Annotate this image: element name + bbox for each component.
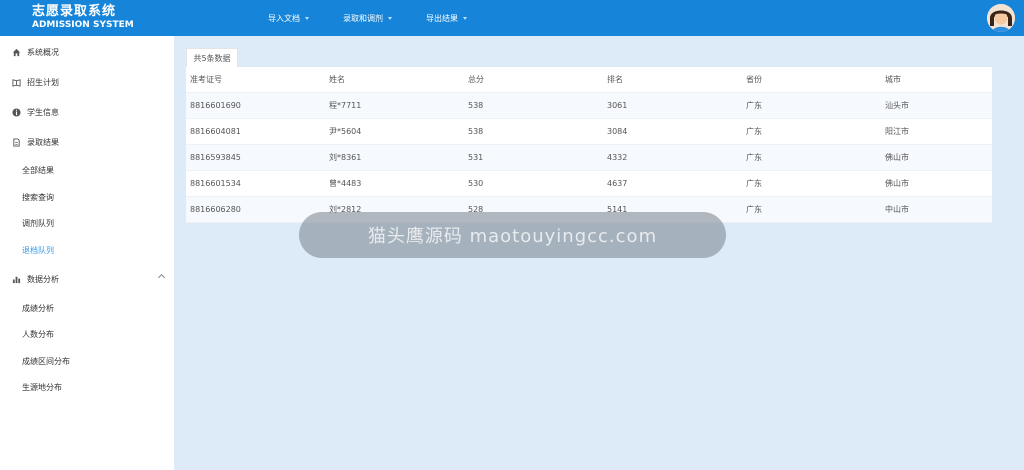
- cell-city: 佛山市: [885, 153, 909, 162]
- sidebar-item-enrollment-plan[interactable]: 招生计划: [0, 69, 174, 95]
- nav-export-results[interactable]: 导出结果: [426, 13, 467, 24]
- sidebar-item-label: 录取结果: [27, 137, 59, 147]
- sidebar-item-search-query[interactable]: 搜索查询: [0, 184, 174, 210]
- sidebar-item-label: 生源地分布: [22, 382, 62, 392]
- sidebar-item-label: 退档队列: [22, 245, 54, 255]
- chevron-down-icon: [463, 16, 467, 20]
- sidebar-item-label: 搜索查询: [22, 192, 54, 202]
- home-icon: [12, 48, 21, 56]
- sidebar-item-origin-distribution[interactable]: 生源地分布: [0, 374, 174, 400]
- cell-total-score: 538: [468, 127, 484, 136]
- column-header[interactable]: 城市: [881, 74, 992, 85]
- cell-exam-id: 8816606280: [190, 205, 241, 214]
- chevron-down-icon: [388, 16, 392, 20]
- book-icon: [12, 78, 21, 87]
- sidebar-item-label: 人数分布: [22, 329, 54, 339]
- cell-exam-id: 8816593845: [190, 153, 241, 162]
- results-table: 准考证号 姓名 总分 排名 省份 城市 8816601690 程*7711 53…: [186, 67, 992, 223]
- table-row[interactable]: 8816593845 刘*8361 531 4332 广东 佛山市: [186, 145, 992, 171]
- cell-total-score: 538: [468, 101, 484, 110]
- tab-record-count[interactable]: 共5条数据: [186, 48, 238, 68]
- sidebar-item-label: 成绩区间分布: [22, 356, 70, 366]
- watermark-overlay: 猫头鹰源码 maotouyingcc.com: [299, 212, 726, 258]
- cell-exam-id: 8816604081: [190, 127, 241, 136]
- column-header[interactable]: 省份: [742, 74, 881, 85]
- sidebar-item-all-results[interactable]: 全部结果: [0, 157, 174, 183]
- sidebar-item-headcount-distribution[interactable]: 人数分布: [0, 321, 174, 347]
- cell-city: 中山市: [885, 205, 909, 214]
- cell-province: 广东: [746, 179, 762, 188]
- brand: 志愿录取系统 ADMISSION SYSTEM: [32, 4, 134, 31]
- bar-chart-icon: [12, 276, 21, 283]
- app-title: 志愿录取系统: [32, 4, 117, 19]
- sidebar-item-student-info[interactable]: 学生信息: [0, 99, 174, 125]
- cell-name: 曾*4483: [329, 179, 362, 188]
- cell-city: 汕头市: [885, 101, 909, 110]
- sidebar-item-overview[interactable]: 系统概况: [0, 39, 174, 65]
- sidebar-item-label: 全部结果: [22, 165, 54, 175]
- table-row[interactable]: 8816601534 曾*4483 530 4637 广东 佛山市: [186, 171, 992, 197]
- cell-rank: 3084: [607, 127, 628, 136]
- cell-rank: 4332: [607, 153, 628, 162]
- sidebar-item-score-analysis[interactable]: 成绩分析: [0, 295, 174, 321]
- sidebar-item-label: 系统概况: [27, 47, 59, 57]
- nav-import-docs[interactable]: 导入文档: [268, 13, 309, 24]
- nav-label: 导出结果: [426, 13, 458, 23]
- top-nav: 导入文档 录取和调剂 导出结果: [268, 0, 501, 36]
- sidebar-item-label: 学生信息: [27, 107, 59, 117]
- cell-province: 广东: [746, 153, 762, 162]
- chevron-down-icon: [305, 16, 309, 20]
- sidebar-item-data-analysis[interactable]: 数据分析: [0, 266, 174, 292]
- cell-rank: 3061: [607, 101, 628, 110]
- table-row[interactable]: 8816604081 尹*5604 538 3084 广东 阳江市: [186, 119, 992, 145]
- avatar[interactable]: [987, 4, 1015, 32]
- column-header[interactable]: 排名: [603, 74, 742, 85]
- nav-admission-adjust[interactable]: 录取和调剂: [343, 13, 392, 24]
- cell-exam-id: 8816601534: [190, 179, 241, 188]
- column-header[interactable]: 姓名: [325, 74, 464, 85]
- sidebar-item-adjustment-queue[interactable]: 调剂队列: [0, 210, 174, 236]
- sidebar-item-withdrawal-queue[interactable]: 退档队列: [0, 237, 174, 263]
- cell-province: 广东: [746, 127, 762, 136]
- top-header: 志愿录取系统 ADMISSION SYSTEM 导入文档 录取和调剂 导出结果: [0, 0, 1024, 36]
- sidebar-item-label: 调剂队列: [22, 218, 54, 228]
- user-avatar-icon: [987, 4, 1015, 32]
- sidebar-item-label: 成绩分析: [22, 303, 54, 313]
- sidebar-item-admission-results[interactable]: 录取结果: [0, 129, 174, 155]
- nav-label: 录取和调剂: [343, 13, 383, 23]
- cell-rank: 4637: [607, 179, 628, 188]
- cell-name: 程*7711: [329, 101, 362, 110]
- cell-city: 阳江市: [885, 127, 909, 136]
- table-header-row: 准考证号 姓名 总分 排名 省份 城市: [186, 67, 992, 93]
- column-header[interactable]: 准考证号: [186, 74, 325, 85]
- cell-total-score: 531: [468, 153, 484, 162]
- cell-province: 广东: [746, 101, 762, 110]
- sidebar: 系统概况 招生计划 学生信息 录取结果 全部结果 搜索查询 调剂队列 退档队列 …: [0, 36, 174, 470]
- document-icon: [13, 137, 20, 147]
- cell-name: 刘*8361: [329, 153, 362, 162]
- table-row[interactable]: 8816601690 程*7711 538 3061 广东 汕头市: [186, 93, 992, 119]
- cell-city: 佛山市: [885, 179, 909, 188]
- nav-label: 导入文档: [268, 13, 300, 23]
- cell-total-score: 530: [468, 179, 484, 188]
- cell-exam-id: 8816601690: [190, 101, 241, 110]
- sidebar-item-label: 招生计划: [27, 77, 59, 87]
- app-subtitle: ADMISSION SYSTEM: [32, 20, 134, 30]
- sidebar-item-label: 数据分析: [27, 274, 59, 284]
- cell-name: 尹*5604: [329, 127, 362, 136]
- column-header[interactable]: 总分: [464, 74, 603, 85]
- info-icon: [12, 107, 21, 117]
- sidebar-item-score-range-distribution[interactable]: 成绩区间分布: [0, 348, 174, 374]
- cell-province: 广东: [746, 205, 762, 214]
- chevron-up-icon: [157, 273, 166, 282]
